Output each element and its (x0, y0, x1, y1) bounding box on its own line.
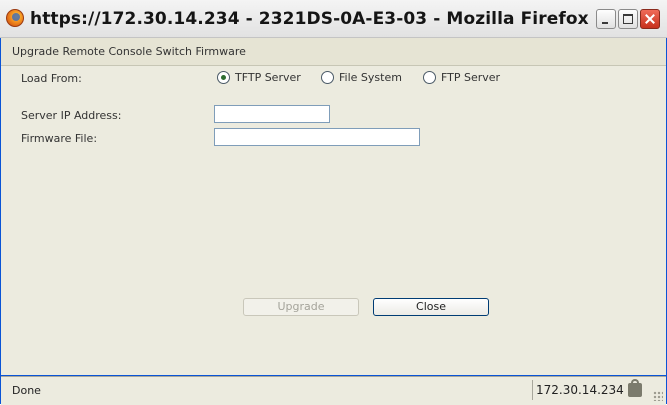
status-divider (532, 380, 533, 400)
tftp-server-radio-label[interactable]: TFTP Server (235, 71, 301, 84)
maximize-icon[interactable] (618, 9, 638, 29)
firmware-file-field[interactable] (214, 128, 420, 146)
dialog-heading: Upgrade Remote Console Switch Firmware (12, 45, 246, 58)
dialog-heading-bar: Upgrade Remote Console Switch Firmware (1, 38, 666, 66)
dialog-content: Upgrade Remote Console Switch Firmware L… (1, 38, 666, 375)
window-title: https://172.30.14.234 - 2321DS-0A-E3-03 … (30, 9, 589, 29)
firefox-icon (6, 9, 24, 27)
file-system-radio[interactable] (321, 71, 334, 84)
file-system-radio-label[interactable]: File System (339, 71, 402, 84)
status-bar: Done 172.30.14.234 (1, 376, 666, 405)
title-bar[interactable]: https://172.30.14.234 - 2321DS-0A-E3-03 … (0, 0, 667, 38)
firmware-file-label: Firmware File: (21, 132, 98, 145)
lock-icon[interactable] (628, 379, 642, 397)
ftp-server-radio-label[interactable]: FTP Server (441, 71, 500, 84)
load-from-label: Load From: (21, 72, 82, 85)
ftp-server-radio[interactable] (423, 71, 436, 84)
close-button[interactable]: Close (373, 298, 489, 316)
server-ip-field[interactable] (214, 105, 330, 123)
tftp-server-radio[interactable] (217, 71, 230, 84)
status-address: 172.30.14.234 (536, 383, 624, 397)
close-icon[interactable] (640, 9, 660, 29)
resize-grip-icon[interactable] (653, 391, 663, 401)
status-text: Done (12, 384, 41, 397)
minimize-icon[interactable] (596, 9, 616, 29)
server-ip-label: Server IP Address: (21, 109, 122, 122)
browser-window: https://172.30.14.234 - 2321DS-0A-E3-03 … (0, 0, 667, 405)
upgrade-button[interactable]: Upgrade (243, 298, 359, 316)
